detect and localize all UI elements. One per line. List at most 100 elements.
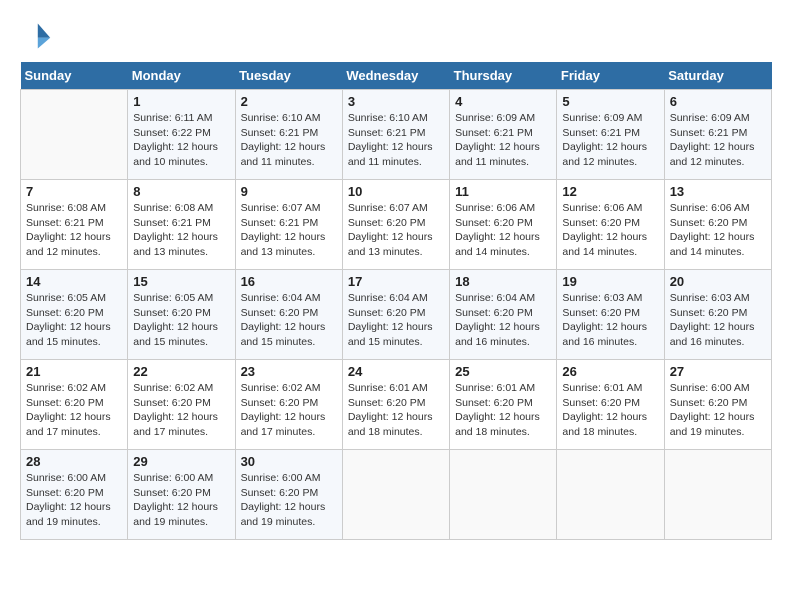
day-number: 3 — [348, 94, 444, 109]
day-number: 27 — [670, 364, 766, 379]
day-number: 9 — [241, 184, 337, 199]
day-number: 11 — [455, 184, 551, 199]
day-info: Sunrise: 6:04 AM Sunset: 6:20 PM Dayligh… — [241, 291, 337, 350]
day-info: Sunrise: 6:01 AM Sunset: 6:20 PM Dayligh… — [455, 381, 551, 440]
calendar-cell — [664, 450, 771, 540]
calendar-cell: 29 Sunrise: 6:00 AM Sunset: 6:20 PM Dayli… — [128, 450, 235, 540]
calendar-cell: 14 Sunrise: 6:05 AM Sunset: 6:20 PM Dayli… — [21, 270, 128, 360]
calendar-cell: 4 Sunrise: 6:09 AM Sunset: 6:21 PM Daylig… — [450, 90, 557, 180]
day-number: 15 — [133, 274, 229, 289]
day-info: Sunrise: 6:02 AM Sunset: 6:20 PM Dayligh… — [26, 381, 122, 440]
day-info: Sunrise: 6:00 AM Sunset: 6:20 PM Dayligh… — [241, 471, 337, 530]
day-number: 5 — [562, 94, 658, 109]
calendar-cell: 24 Sunrise: 6:01 AM Sunset: 6:20 PM Dayli… — [342, 360, 449, 450]
calendar-week-row: 14 Sunrise: 6:05 AM Sunset: 6:20 PM Dayli… — [21, 270, 772, 360]
day-number: 2 — [241, 94, 337, 109]
calendar-cell: 18 Sunrise: 6:04 AM Sunset: 6:20 PM Dayli… — [450, 270, 557, 360]
calendar-cell: 6Sunrise: 6:09 AM Sunset: 6:21 PM Daylig… — [664, 90, 771, 180]
calendar-cell: 25 Sunrise: 6:01 AM Sunset: 6:20 PM Dayli… — [450, 360, 557, 450]
day-number: 1 — [133, 94, 229, 109]
weekday-header: Wednesday — [342, 62, 449, 90]
day-number: 29 — [133, 454, 229, 469]
calendar-cell: 1 Sunrise: 6:11 AM Sunset: 6:22 PM Daylig… — [128, 90, 235, 180]
day-info: Sunrise: 6:08 AM Sunset: 6:21 PM Dayligh… — [133, 201, 229, 260]
day-info: Sunrise: 6:10 AM Sunset: 6:21 PM Dayligh… — [241, 111, 337, 170]
calendar-cell: 7 Sunrise: 6:08 AM Sunset: 6:21 PM Daylig… — [21, 180, 128, 270]
day-number: 25 — [455, 364, 551, 379]
weekday-header: Sunday — [21, 62, 128, 90]
logo — [20, 20, 56, 52]
day-info: Sunrise: 6:09 AM Sunset: 6:21 PM Dayligh… — [562, 111, 658, 170]
calendar-header: SundayMondayTuesdayWednesdayThursdayFrid… — [21, 62, 772, 90]
day-info: Sunrise: 6:00 AM Sunset: 6:20 PM Dayligh… — [133, 471, 229, 530]
day-info: Sunrise: 6:06 AM Sunset: 6:20 PM Dayligh… — [562, 201, 658, 260]
day-number: 22 — [133, 364, 229, 379]
day-number: 10 — [348, 184, 444, 199]
day-info: Sunrise: 6:07 AM Sunset: 6:20 PM Dayligh… — [348, 201, 444, 260]
calendar-cell: 22 Sunrise: 6:02 AM Sunset: 6:20 PM Dayli… — [128, 360, 235, 450]
day-number: 13 — [670, 184, 766, 199]
day-number: 26 — [562, 364, 658, 379]
day-info: Sunrise: 6:05 AM Sunset: 6:20 PM Dayligh… — [26, 291, 122, 350]
calendar-cell — [450, 450, 557, 540]
calendar-cell: 30 Sunrise: 6:00 AM Sunset: 6:20 PM Dayli… — [235, 450, 342, 540]
day-info: Sunrise: 6:03 AM Sunset: 6:20 PM Dayligh… — [670, 291, 766, 350]
day-info: Sunrise: 6:06 AM Sunset: 6:20 PM Dayligh… — [455, 201, 551, 260]
calendar-cell: 19 Sunrise: 6:03 AM Sunset: 6:20 PM Dayli… — [557, 270, 664, 360]
calendar-cell: 26 Sunrise: 6:01 AM Sunset: 6:20 PM Dayli… — [557, 360, 664, 450]
day-number: 12 — [562, 184, 658, 199]
calendar-cell: 21Sunrise: 6:02 AM Sunset: 6:20 PM Dayli… — [21, 360, 128, 450]
day-info: Sunrise: 6:00 AM Sunset: 6:20 PM Dayligh… — [670, 381, 766, 440]
day-number: 28 — [26, 454, 122, 469]
weekday-header: Tuesday — [235, 62, 342, 90]
weekday-header: Friday — [557, 62, 664, 90]
day-number: 19 — [562, 274, 658, 289]
calendar-cell: 2 Sunrise: 6:10 AM Sunset: 6:21 PM Daylig… — [235, 90, 342, 180]
day-info: Sunrise: 6:03 AM Sunset: 6:20 PM Dayligh… — [562, 291, 658, 350]
day-number: 8 — [133, 184, 229, 199]
calendar-cell: 10 Sunrise: 6:07 AM Sunset: 6:20 PM Dayli… — [342, 180, 449, 270]
day-number: 30 — [241, 454, 337, 469]
calendar-cell: 20 Sunrise: 6:03 AM Sunset: 6:20 PM Dayli… — [664, 270, 771, 360]
calendar-table: SundayMondayTuesdayWednesdayThursdayFrid… — [20, 62, 772, 540]
calendar-cell: 3Sunrise: 6:10 AM Sunset: 6:21 PM Daylig… — [342, 90, 449, 180]
day-info: Sunrise: 6:04 AM Sunset: 6:20 PM Dayligh… — [455, 291, 551, 350]
weekday-header: Monday — [128, 62, 235, 90]
day-number: 4 — [455, 94, 551, 109]
calendar-body: 1 Sunrise: 6:11 AM Sunset: 6:22 PM Daylig… — [21, 90, 772, 540]
calendar-cell: 23 Sunrise: 6:02 AM Sunset: 6:20 PM Dayli… — [235, 360, 342, 450]
calendar-cell — [21, 90, 128, 180]
calendar-week-row: 7 Sunrise: 6:08 AM Sunset: 6:21 PM Daylig… — [21, 180, 772, 270]
day-number: 24 — [348, 364, 444, 379]
calendar-cell: 15 Sunrise: 6:05 AM Sunset: 6:20 PM Dayli… — [128, 270, 235, 360]
calendar-cell: 27 Sunrise: 6:00 AM Sunset: 6:20 PM Dayli… — [664, 360, 771, 450]
logo-icon — [20, 20, 52, 52]
day-number: 14 — [26, 274, 122, 289]
calendar-cell: 16Sunrise: 6:04 AM Sunset: 6:20 PM Dayli… — [235, 270, 342, 360]
calendar-week-row: 21Sunrise: 6:02 AM Sunset: 6:20 PM Dayli… — [21, 360, 772, 450]
day-number: 18 — [455, 274, 551, 289]
calendar-cell: 13Sunrise: 6:06 AM Sunset: 6:20 PM Dayli… — [664, 180, 771, 270]
day-info: Sunrise: 6:11 AM Sunset: 6:22 PM Dayligh… — [133, 111, 229, 170]
calendar-week-row: 28 Sunrise: 6:00 AM Sunset: 6:20 PM Dayli… — [21, 450, 772, 540]
calendar-cell: 9Sunrise: 6:07 AM Sunset: 6:21 PM Daylig… — [235, 180, 342, 270]
calendar-cell: 28 Sunrise: 6:00 AM Sunset: 6:20 PM Dayli… — [21, 450, 128, 540]
calendar-week-row: 1 Sunrise: 6:11 AM Sunset: 6:22 PM Daylig… — [21, 90, 772, 180]
day-info: Sunrise: 6:01 AM Sunset: 6:20 PM Dayligh… — [348, 381, 444, 440]
calendar-cell — [342, 450, 449, 540]
day-info: Sunrise: 6:08 AM Sunset: 6:21 PM Dayligh… — [26, 201, 122, 260]
day-number: 23 — [241, 364, 337, 379]
weekday-header: Saturday — [664, 62, 771, 90]
day-number: 20 — [670, 274, 766, 289]
day-info: Sunrise: 6:02 AM Sunset: 6:20 PM Dayligh… — [133, 381, 229, 440]
day-info: Sunrise: 6:09 AM Sunset: 6:21 PM Dayligh… — [455, 111, 551, 170]
day-info: Sunrise: 6:01 AM Sunset: 6:20 PM Dayligh… — [562, 381, 658, 440]
day-info: Sunrise: 6:00 AM Sunset: 6:20 PM Dayligh… — [26, 471, 122, 530]
day-info: Sunrise: 6:04 AM Sunset: 6:20 PM Dayligh… — [348, 291, 444, 350]
day-info: Sunrise: 6:05 AM Sunset: 6:20 PM Dayligh… — [133, 291, 229, 350]
day-number: 17 — [348, 274, 444, 289]
day-info: Sunrise: 6:09 AM Sunset: 6:21 PM Dayligh… — [670, 111, 766, 170]
day-number: 7 — [26, 184, 122, 199]
page-header — [20, 20, 772, 52]
day-info: Sunrise: 6:02 AM Sunset: 6:20 PM Dayligh… — [241, 381, 337, 440]
